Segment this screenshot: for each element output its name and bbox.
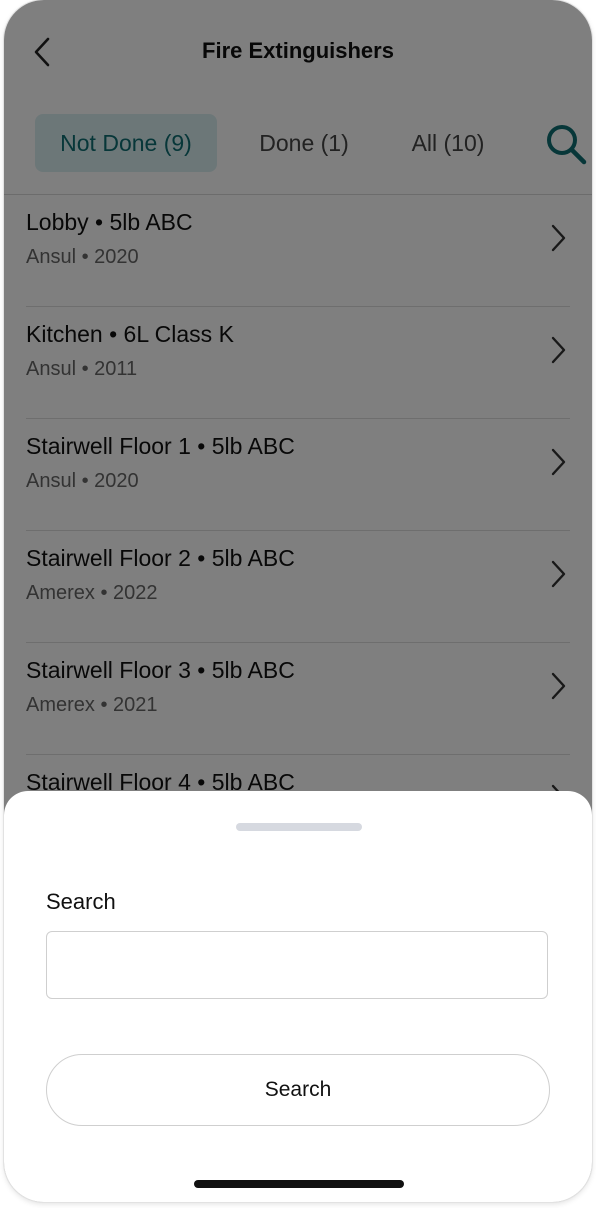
phone-screen: Fire Extinguishers Not Done (9) Done (1)… xyxy=(4,0,592,1202)
search-bottom-sheet: Search Search xyxy=(4,791,592,1202)
search-field-label: Search xyxy=(46,889,116,914)
home-indicator xyxy=(194,1180,404,1188)
sheet-drag-handle[interactable] xyxy=(236,823,362,831)
search-submit-button[interactable]: Search xyxy=(46,1054,550,1126)
search-input[interactable] xyxy=(46,931,548,999)
